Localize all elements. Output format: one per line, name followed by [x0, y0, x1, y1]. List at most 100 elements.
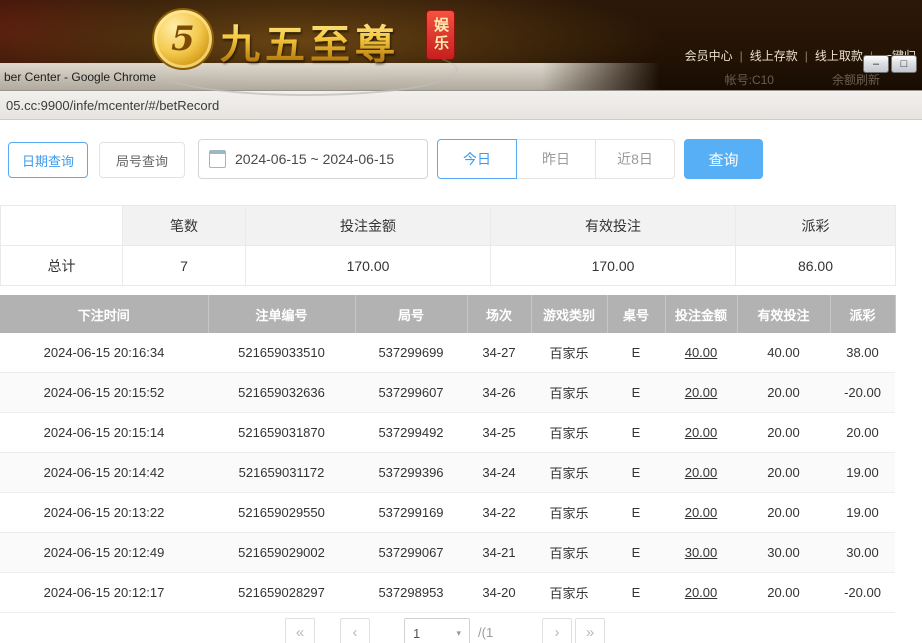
current-page: 1	[413, 626, 420, 641]
cell-game-type: 百家乐	[531, 333, 607, 373]
cell-bet-amount[interactable]: 20.00	[665, 453, 737, 493]
cell-bet-amount[interactable]: 20.00	[665, 413, 737, 453]
bet-record-page: 日期查询 局号查询 2024-06-15 ~ 2024-06-15 今日 昨日 …	[0, 120, 922, 643]
nav-separator: |	[805, 49, 808, 63]
col-header-round-no: 局号	[355, 295, 467, 333]
table-row: 2024-06-15 20:14:42521659031172537299396…	[0, 453, 895, 493]
quick-yesterday-button[interactable]: 昨日	[516, 139, 596, 179]
cell-payout: -20.00	[830, 573, 895, 613]
cell-game-type: 百家乐	[531, 453, 607, 493]
summary-table: 笔数 投注金额 有效投注 派彩 总计 7 170.00 170.00 86.00	[0, 205, 896, 286]
col-header-table-no: 桌号	[607, 295, 665, 333]
cell-order-no: 521659031172	[208, 453, 355, 493]
last-page-button[interactable]: »	[575, 618, 605, 643]
cell-time: 2024-06-15 20:16:34	[0, 333, 208, 373]
summary-total-row: 总计 7 170.00 170.00 86.00	[1, 246, 896, 286]
cell-table-no: E	[607, 333, 665, 373]
cell-bet-amount[interactable]: 20.00	[665, 493, 737, 533]
url-text: 05.cc:9900/infe/mcenter/#/betRecord	[0, 98, 219, 113]
table-row: 2024-06-15 20:16:34521659033510537299699…	[0, 333, 895, 373]
cell-round-no: 537299699	[355, 333, 467, 373]
summary-valid-bet: 170.00	[491, 246, 736, 286]
cell-payout: 30.00	[830, 533, 895, 573]
search-button[interactable]: 查询	[684, 139, 763, 179]
cell-table-no: E	[607, 453, 665, 493]
cell-valid-bet: 20.00	[737, 493, 830, 533]
cell-session: 34-22	[467, 493, 531, 533]
page-number-select[interactable]: 1 ▾	[404, 618, 470, 643]
account-id: 帐号:C10	[725, 71, 774, 88]
cell-game-type: 百家乐	[531, 493, 607, 533]
cell-session: 34-24	[467, 453, 531, 493]
cell-order-no: 521659029002	[208, 533, 355, 573]
nav-deposit[interactable]: 线上存款	[750, 47, 798, 64]
cell-payout: 20.00	[830, 413, 895, 453]
col-header-bet-amount: 投注金额	[665, 295, 737, 333]
site-name: 九五至尊	[220, 12, 400, 70]
summary-header-valid-bet: 有效投注	[491, 206, 736, 246]
table-row: 2024-06-15 20:13:22521659029550537299169…	[0, 493, 895, 533]
nav-separator: |	[740, 49, 743, 63]
quick-range-group: 今日 昨日 近8日	[437, 139, 675, 179]
cell-order-no: 521659032636	[208, 373, 355, 413]
cell-payout: 38.00	[830, 333, 895, 373]
quick-today-button[interactable]: 今日	[437, 139, 517, 179]
table-row: 2024-06-15 20:15:14521659031870537299492…	[0, 413, 895, 453]
summary-header-bet-amount: 投注金额	[246, 206, 491, 246]
col-header-payout: 派彩	[830, 295, 895, 333]
col-header-game-type: 游戏类别	[531, 295, 607, 333]
cell-round-no: 537299067	[355, 533, 467, 573]
first-page-button[interactable]: «	[285, 618, 315, 643]
caret-down-icon: ▾	[456, 628, 461, 639]
cell-table-no: E	[607, 413, 665, 453]
col-header-time: 下注时间	[0, 295, 208, 333]
summary-count: 7	[123, 246, 246, 286]
cell-time: 2024-06-15 20:15:14	[0, 413, 208, 453]
minimize-button[interactable]: –	[863, 55, 889, 73]
cell-time: 2024-06-15 20:15:52	[0, 373, 208, 413]
summary-header-blank	[1, 206, 123, 246]
summary-bet-amount: 170.00	[246, 246, 491, 286]
bet-table-header-row: 下注时间 注单编号 局号 场次 游戏类别 桌号 投注金额 有效投注 派彩	[0, 295, 895, 333]
entertainment-badge: 娱乐	[426, 10, 455, 60]
cell-round-no: 537299607	[355, 373, 467, 413]
summary-header-row: 笔数 投注金额 有效投注 派彩	[1, 206, 896, 246]
col-header-session: 场次	[467, 295, 531, 333]
cell-session: 34-20	[467, 573, 531, 613]
cell-round-no: 537299492	[355, 413, 467, 453]
summary-header-payout: 派彩	[736, 206, 896, 246]
window-controls: – □	[863, 55, 917, 73]
nav-withdraw[interactable]: 线上取款	[815, 47, 863, 64]
cell-order-no: 521659033510	[208, 333, 355, 373]
account-info: 帐号:C10 余额刷新	[725, 71, 880, 88]
cell-valid-bet: 20.00	[737, 453, 830, 493]
cell-session: 34-25	[467, 413, 531, 453]
cell-order-no: 521659029550	[208, 493, 355, 533]
cell-order-no: 521659028297	[208, 573, 355, 613]
cell-table-no: E	[607, 373, 665, 413]
date-range-value: 2024-06-15 ~ 2024-06-15	[235, 151, 394, 167]
cell-bet-amount[interactable]: 20.00	[665, 573, 737, 613]
date-range-picker[interactable]: 2024-06-15 ~ 2024-06-15	[198, 139, 428, 179]
cell-game-type: 百家乐	[531, 533, 607, 573]
coin-logo-icon: 5	[152, 8, 214, 70]
cell-time: 2024-06-15 20:12:49	[0, 533, 208, 573]
tab-date-query[interactable]: 日期查询	[8, 142, 88, 178]
cell-bet-amount[interactable]: 40.00	[665, 333, 737, 373]
cell-bet-amount[interactable]: 30.00	[665, 533, 737, 573]
cell-round-no: 537299396	[355, 453, 467, 493]
pagination: « ‹ 1 ▾ /(1 › »	[0, 618, 922, 643]
tab-round-query[interactable]: 局号查询	[99, 142, 185, 178]
table-row: 2024-06-15 20:12:49521659029002537299067…	[0, 533, 895, 573]
cell-bet-amount[interactable]: 20.00	[665, 373, 737, 413]
quick-last8days-button[interactable]: 近8日	[595, 139, 675, 179]
prev-page-button[interactable]: ‹	[340, 618, 370, 643]
page-total-text: /(1	[478, 625, 493, 640]
cell-round-no: 537299169	[355, 493, 467, 533]
cell-payout: 19.00	[830, 493, 895, 533]
nav-member-center[interactable]: 会员中心	[685, 47, 733, 64]
summary-payout: 86.00	[736, 246, 896, 286]
maximize-button[interactable]: □	[891, 55, 917, 73]
next-page-button[interactable]: ›	[542, 618, 572, 643]
cell-order-no: 521659031870	[208, 413, 355, 453]
